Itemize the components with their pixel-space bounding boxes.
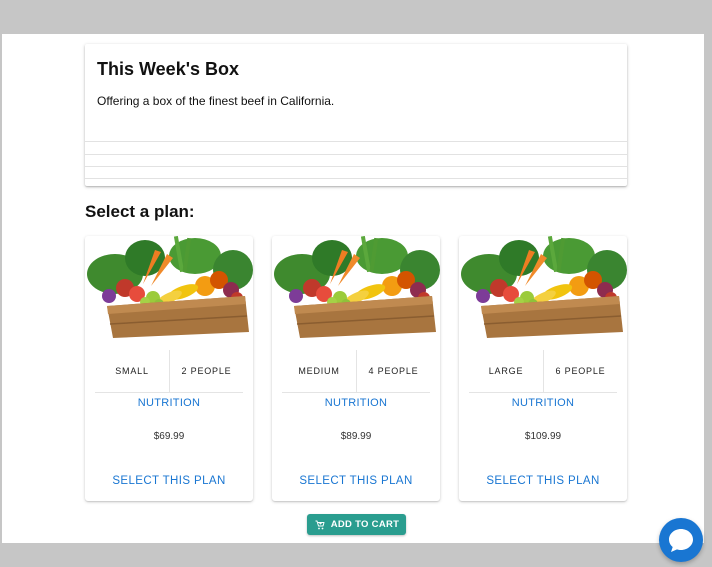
nutrition-link[interactable]: NUTRITION bbox=[272, 397, 440, 409]
plan-card-medium: MEDIUM 4 PEOPLE NUTRITION $89.99 SELECT … bbox=[272, 236, 440, 501]
chat-bubble-icon bbox=[669, 529, 693, 552]
select-plan-button[interactable]: SELECT THIS PLAN bbox=[85, 475, 253, 487]
vegetable-box-image bbox=[272, 236, 440, 340]
plan-size: SMALL bbox=[95, 350, 170, 392]
weekly-box-description: Offering a box of the finest beef in Cal… bbox=[97, 94, 335, 108]
divider bbox=[85, 178, 627, 179]
divider bbox=[85, 166, 627, 167]
plan-card-small: SMALL 2 PEOPLE NUTRITION $69.99 SELECT T… bbox=[85, 236, 253, 501]
select-plan-button[interactable]: SELECT THIS PLAN bbox=[459, 475, 627, 487]
divider bbox=[85, 141, 627, 142]
divider bbox=[85, 154, 627, 155]
nutrition-link[interactable]: NUTRITION bbox=[85, 397, 253, 409]
chat-button[interactable] bbox=[659, 518, 703, 562]
select-plan-button[interactable]: SELECT THIS PLAN bbox=[272, 475, 440, 487]
select-plan-heading: Select a plan: bbox=[85, 202, 195, 221]
plan-price: $69.99 bbox=[153, 431, 185, 442]
plan-price: $89.99 bbox=[340, 431, 372, 442]
weekly-box-title: This Week's Box bbox=[97, 59, 239, 79]
plan-size: MEDIUM bbox=[282, 350, 357, 392]
page: This Week's Box Offering a box of the fi… bbox=[2, 34, 704, 562]
plan-card-large: LARGE 6 PEOPLE NUTRITION $109.99 SELECT … bbox=[459, 236, 627, 501]
nutrition-link[interactable]: NUTRITION bbox=[459, 397, 627, 409]
vegetable-box-image bbox=[459, 236, 627, 340]
plan-people: 6 PEOPLE bbox=[555, 366, 606, 376]
plan-details-row: LARGE 6 PEOPLE bbox=[469, 350, 617, 393]
plan-details-row: SMALL 2 PEOPLE bbox=[95, 350, 243, 393]
plan-people: 4 PEOPLE bbox=[368, 366, 419, 376]
plan-details-row: MEDIUM 4 PEOPLE bbox=[282, 350, 430, 393]
add-shopping-cart-icon bbox=[315, 520, 325, 529]
plan-size: LARGE bbox=[469, 350, 544, 392]
vegetable-box-image bbox=[85, 236, 253, 340]
add-to-cart-label: ADD TO CART bbox=[330, 519, 400, 530]
weekly-box-card: This Week's Box Offering a box of the fi… bbox=[85, 44, 627, 186]
plan-people: 2 PEOPLE bbox=[181, 366, 232, 376]
add-to-cart-button[interactable]: ADD TO CART bbox=[307, 514, 406, 535]
plan-price: $109.99 bbox=[524, 431, 562, 442]
